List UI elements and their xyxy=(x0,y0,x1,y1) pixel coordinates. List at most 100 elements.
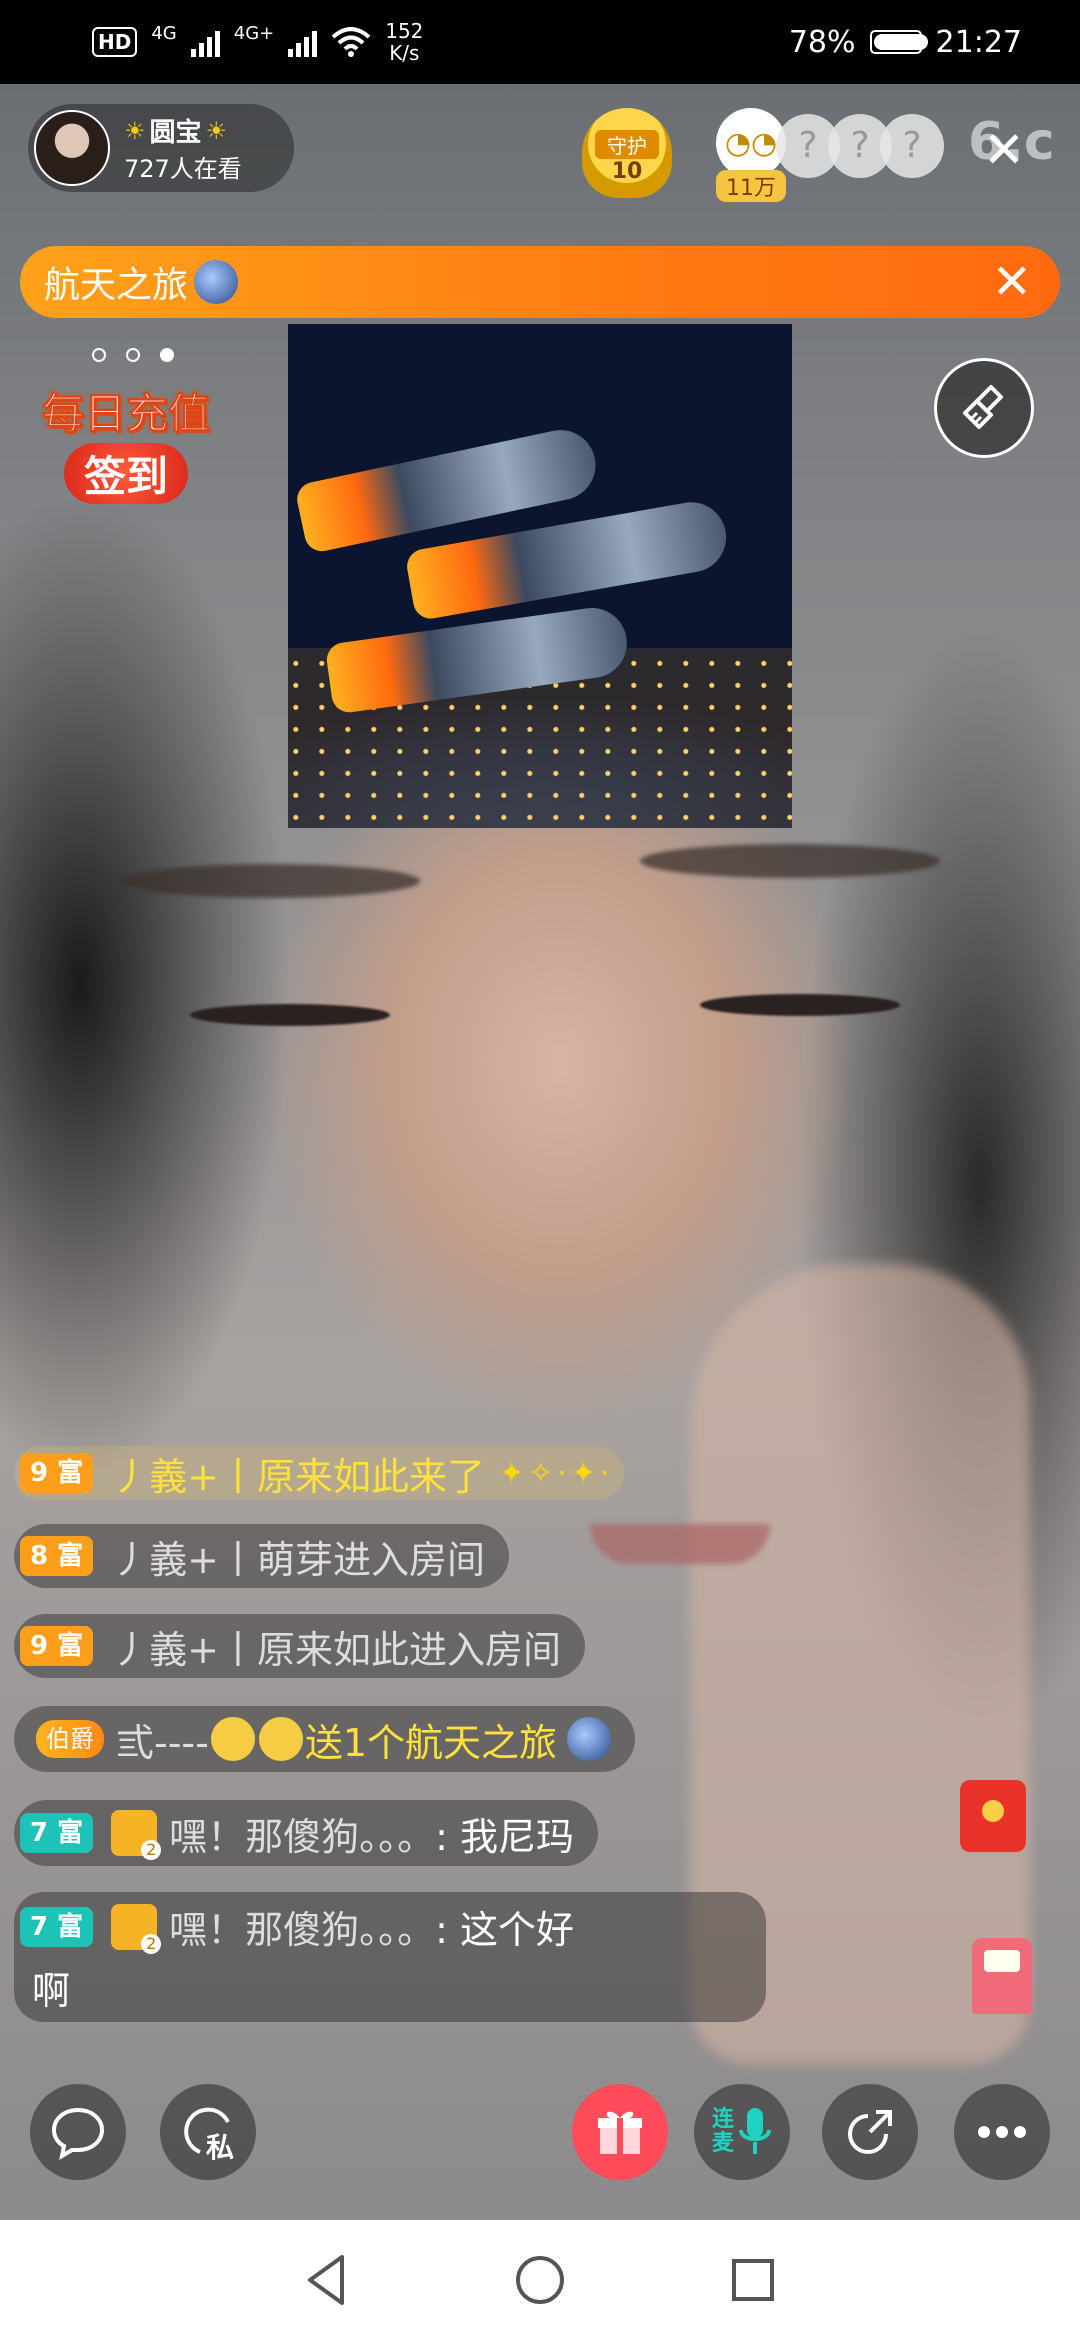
sun-icon-2: ☀ xyxy=(205,116,228,145)
gift-animation-image xyxy=(288,324,792,828)
chat-action: 进入房间 xyxy=(333,1537,486,1582)
top-fan-score: 11万 xyxy=(716,170,786,202)
chat-message[interactable]: 伯爵 弎---- 送1个航天之旅 xyxy=(14,1706,636,1772)
clear-screen-button[interactable] xyxy=(934,358,1034,458)
gas-station-icon[interactable] xyxy=(972,1938,1032,2014)
carousel-dot xyxy=(92,348,106,362)
signal-bars-icon-2 xyxy=(288,27,318,57)
rolling-eyes-emoji-icon xyxy=(210,1717,255,1761)
private-label: 私 xyxy=(206,2131,235,2164)
signal-label-1: 4G xyxy=(151,23,177,44)
chat-text: : 这个好 xyxy=(435,1908,575,1952)
chat-action: 进入房间 xyxy=(409,1627,562,1672)
mic-label-line1: 连 xyxy=(711,2107,734,2132)
wealth-level-badge: 9 富 xyxy=(20,1626,94,1666)
chat-text-wrap: 啊 xyxy=(32,1969,71,2013)
host-info[interactable]: ☀ 圆宝 ☀ 727人在看 xyxy=(28,104,294,192)
chat-gift-action: 送1个航天之旅 xyxy=(304,1720,558,1765)
chat-username: 弎---- xyxy=(116,1720,209,1765)
sun-icon: ☀ xyxy=(124,116,146,145)
chat-message[interactable]: 8 富 丿義+丨萌芽 进入房间 xyxy=(14,1524,510,1588)
signal-bars-icon xyxy=(190,27,220,57)
guard-badge[interactable]: 守护 10 xyxy=(582,108,672,198)
nav-recents-button[interactable] xyxy=(723,2250,783,2310)
chat-message[interactable]: 7 富 嘿！那傻狗。。。 : 我尼玛 xyxy=(14,1800,599,1866)
signal-label-2: 4G+ xyxy=(233,23,275,44)
back-triangle-icon xyxy=(307,2255,344,2305)
hd-icon: HD xyxy=(92,27,138,57)
status-right: 78% 21:27 xyxy=(789,25,1022,60)
red-packet-icon[interactable] xyxy=(960,1780,1026,1852)
gift-button[interactable] xyxy=(572,2084,668,2180)
wealth-level-badge: 9 富 xyxy=(20,1453,94,1493)
guard-count: 10 xyxy=(611,159,643,184)
status-bar: HD 4G 4G+ 152 K/s 78% 21:27 xyxy=(0,0,1080,84)
share-button[interactable] xyxy=(822,2084,918,2180)
daily-recharge-line1: 每日充值 xyxy=(41,389,210,439)
chat-message[interactable]: 9 富 丿義+丨原来如此 进入房间 xyxy=(14,1614,586,1678)
gift-announcement-banner[interactable]: 航天之旅 ✕ xyxy=(20,246,1060,318)
carousel-dot-active xyxy=(160,348,174,362)
private-message-button[interactable]: 私 xyxy=(160,2084,256,2180)
network-speed: 152 K/s xyxy=(385,20,423,64)
unknown-viewer-avatar-3[interactable]: ? xyxy=(880,114,944,178)
mic-group: 连 麦 xyxy=(712,2106,772,2158)
wealth-level-badge: 7 富 xyxy=(20,1906,94,1947)
eye-right xyxy=(700,994,900,1016)
battery-percent: 78% xyxy=(788,24,856,60)
more-button[interactable] xyxy=(954,2084,1050,2180)
rocket-icon xyxy=(194,260,239,304)
home-circle-icon xyxy=(515,2256,564,2304)
status-left: HD 4G 4G+ 152 K/s xyxy=(92,20,423,64)
battery-icon xyxy=(869,30,928,54)
carousel-dots xyxy=(92,348,174,362)
daily-recharge-line2: 签到 xyxy=(63,443,188,504)
eye-left xyxy=(190,1004,390,1026)
clock: 21:27 xyxy=(935,24,1022,60)
viewer-count: 727人在看 xyxy=(124,155,242,183)
speech-bubble-icon xyxy=(51,2107,105,2161)
mouth-shape xyxy=(590,1524,770,1564)
chat-username: 丿義+丨原来如此 xyxy=(111,1627,409,1672)
mic-label-line2: 麦 xyxy=(711,2131,734,2156)
broom-icon xyxy=(963,385,1003,429)
close-stream-icon[interactable]: ✕ xyxy=(974,120,1034,180)
wifi-icon xyxy=(331,27,371,57)
chat-text: : 我尼玛 xyxy=(435,1814,575,1859)
chat-username: 嘿！那傻狗。。。 xyxy=(169,1908,436,1952)
banner-text: 航天之旅 xyxy=(44,265,189,306)
guard-label: 守护 xyxy=(595,130,659,159)
chat-username: 丿義+丨萌芽 xyxy=(111,1537,333,1582)
microphone-icon xyxy=(739,2108,771,2154)
sparkle-icon: ✦✧·✦· xyxy=(499,1455,614,1491)
daily-recharge-badge[interactable]: 每日充值 签到 xyxy=(34,380,218,512)
chat-message[interactable]: 9 富 丿義+丨原来如此 来了 ✦✧·✦· xyxy=(14,1446,624,1500)
wealth-level-badge: 7 富 xyxy=(20,1813,94,1853)
host-avatar[interactable] xyxy=(34,110,110,186)
brow-left xyxy=(120,864,420,898)
carousel-dot xyxy=(126,348,140,362)
noble-medal-badge: 伯爵 xyxy=(36,1720,104,1758)
rocket-gift-icon xyxy=(567,1717,612,1761)
battery-level xyxy=(873,34,928,50)
banner-close-icon[interactable]: ✕ xyxy=(992,252,1032,312)
nav-back-button[interactable] xyxy=(297,2250,357,2310)
co-host-mic-button[interactable]: 连 麦 xyxy=(694,2084,790,2180)
chat-username: 嘿！那傻狗。。。 xyxy=(169,1814,436,1859)
nav-home-button[interactable] xyxy=(510,2250,570,2310)
fan-club-icon xyxy=(111,1810,162,1860)
wealth-level-badge: 8 富 xyxy=(20,1536,94,1576)
more-dots-icon xyxy=(978,2126,1026,2138)
recents-square-icon xyxy=(732,2259,775,2301)
host-text: ☀ 圆宝 ☀ 727人在看 xyxy=(124,112,242,184)
gift-box-icon xyxy=(598,2111,642,2154)
brow-right xyxy=(640,844,940,878)
chat-username: 丿義+丨原来如此 xyxy=(111,1454,409,1499)
share-icon xyxy=(848,2110,892,2154)
chat-button[interactable] xyxy=(30,2084,126,2180)
system-nav-bar xyxy=(0,2220,1080,2340)
rolling-eyes-emoji-icon xyxy=(258,1717,303,1761)
chat-message[interactable]: 7 富 嘿！那傻狗。。。 : 这个好 啊 xyxy=(14,1892,766,2022)
fan-club-icon xyxy=(111,1903,162,1954)
mic-label: 连 麦 xyxy=(712,2108,734,2156)
